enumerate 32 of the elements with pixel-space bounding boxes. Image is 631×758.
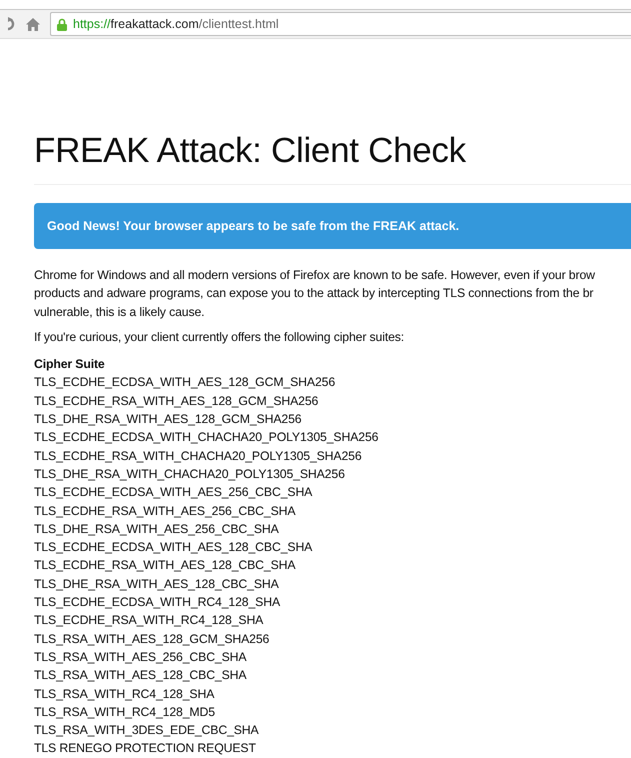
table-cell-text: TLS_RSA_WITH_AES_128_GCM_SHA256 — [34, 630, 270, 648]
address-bar[interactable]: https://freakattack.com/clienttest.html — [50, 12, 631, 36]
paragraph-line: Chrome for Windows and all modern versions of Firefox are known to be safe. However, even if your brow — [34, 267, 595, 284]
table-cell-text: TLS_ECDHE_RSA_WITH_AES_256_CBC_SHA — [34, 502, 296, 520]
column-header: Cipher Suite — [34, 356, 105, 374]
page-title: FREAK Attack: Client Check — [34, 131, 467, 171]
table-cell-text: TLS_RSA_WITH_RC4_128_SHA — [34, 686, 214, 703]
table-cell-text: TLS_ECDHE_ECDSA_WITH_AES_256_CBC_SHA — [34, 484, 312, 502]
paragraph-line: products and adware programs, can expose you to the attack by intercepting TLS connections from the br — [34, 285, 594, 302]
intro-text: If you're curious, your client currently offers the following cipher suites: — [34, 328, 406, 346]
table-cell-text: TLS_RSA_WITH_3DES_EDE_CBC_SHA — [34, 722, 259, 740]
table-cell-text: TLS_ECDHE_ECDSA_WITH_AES_128_GCM_SHA256 — [34, 374, 336, 392]
table-cell-text: TLS_ECDHE_RSA_WITH_CHACHA20_POLY1305_SHA256 — [34, 448, 362, 465]
table-cell-text: TLS_RSA_WITH_RC4_128_MD5 — [34, 704, 215, 721]
table-cell-text: TLS_DHE_RSA_WITH_AES_128_GCM_SHA256 — [34, 411, 302, 428]
table-cell-text: TLS_DHE_RSA_WITH_AES_256_CBC_SHA — [34, 520, 279, 538]
table-cell-text: TLS_DHE_RSA_WITH_CHACHA20_POLY1305_SHA256 — [34, 466, 345, 483]
table-cell-text: TLS_ECDHE_RSA_WITH_AES_128_CBC_SHA — [34, 557, 296, 574]
alert-message: Good News! Your browser appears to be safe from the FREAK attack. — [47, 219, 460, 233]
table-cell-text: TLS_ECDHE_RSA_WITH_AES_128_GCM_SHA256 — [34, 392, 318, 410]
table-cell-text: TLS_ECDHE_ECDSA_WITH_AES_128_CBC_SHA — [34, 539, 312, 556]
table-cell-text: TLS_RSA_WITH_AES_128_CBC_SHA — [34, 667, 246, 684]
table-cell-text: TLS_ECDHE_ECDSA_WITH_CHACHA20_POLY1305_SHA256 — [34, 429, 378, 446]
paragraph-line: vulnerable, this is a likely cause. — [34, 304, 204, 321]
url-text: https://freakattack.com/clienttest.html — [73, 17, 279, 31]
table-cell-text: TLS_RSA_WITH_AES_256_CBC_SHA — [34, 648, 246, 666]
table-cell-text: TLS_DHE_RSA_WITH_AES_128_CBC_SHA — [34, 576, 279, 593]
table-cell-text: TLS RENEGO PROTECTION REQUEST — [34, 740, 256, 758]
table-cell-text: TLS_ECDHE_ECDSA_WITH_RC4_128_SHA — [34, 594, 280, 612]
home-icon[interactable] — [26, 18, 40, 30]
table-cell-text: TLS_ECDHE_RSA_WITH_RC4_128_SHA — [34, 612, 264, 630]
reload-icon[interactable] — [8, 17, 16, 31]
